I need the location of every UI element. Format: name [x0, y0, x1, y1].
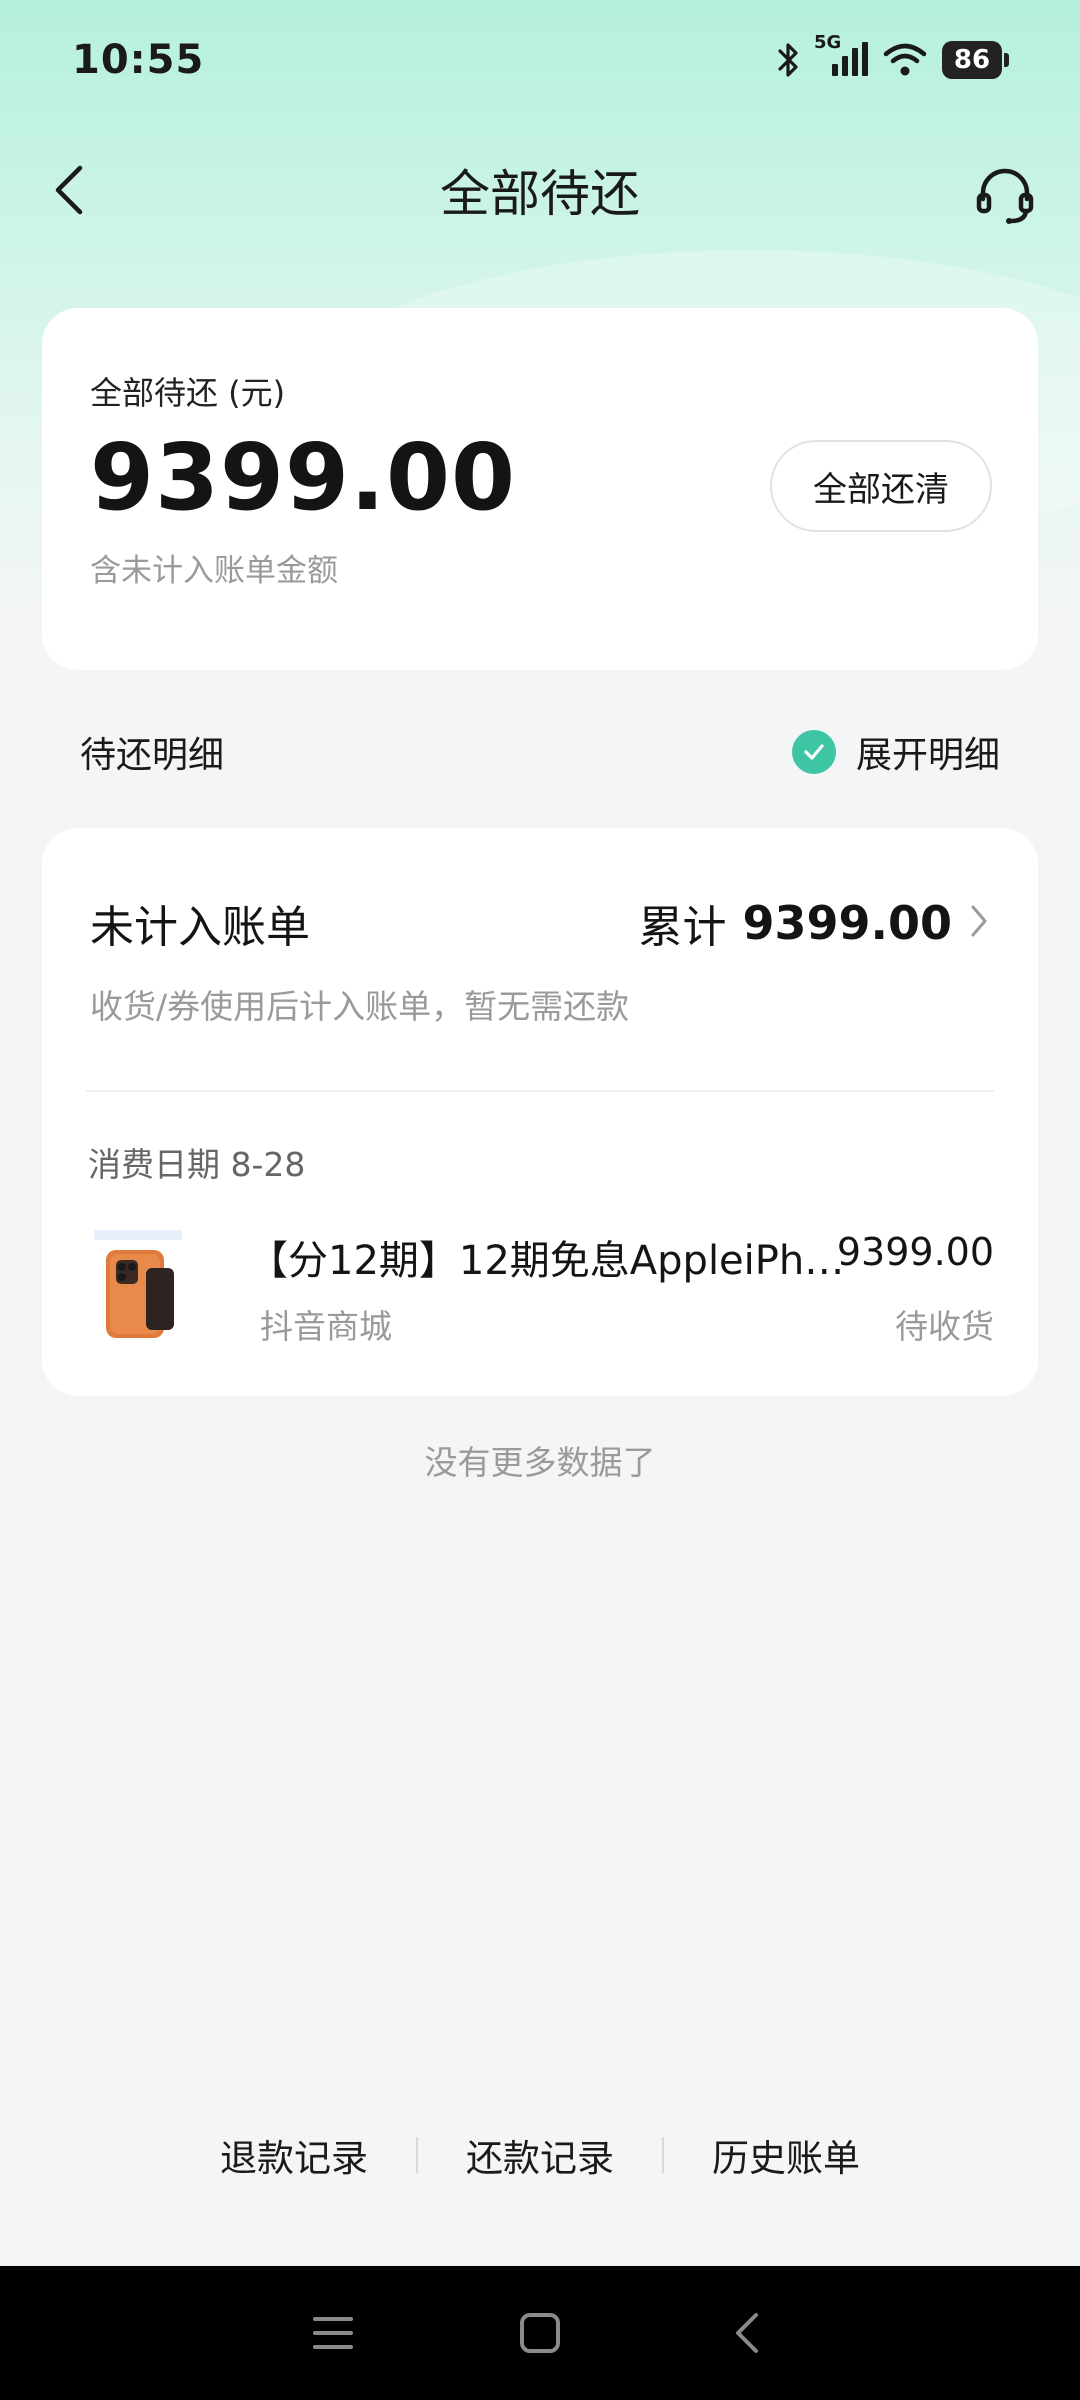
order-price: 9399.00 — [836, 1230, 994, 1274]
unbilled-card: 未计入账单 累计 9399.00 收货/券使用后计入账单，暂无需还款 消费日期 … — [42, 828, 1038, 1396]
checkmark-icon[interactable] — [791, 730, 836, 774]
pay-all-button[interactable]: 全部还清 — [770, 440, 992, 532]
chevron-right-icon[interactable] — [968, 903, 990, 943]
unbilled-row[interactable]: 未计入账单 累计 9399.00 — [90, 888, 990, 958]
product-name: 【分12期】12期免息AppleiPhone — [248, 1238, 868, 1284]
order-item[interactable]: 【分12期】12期免息AppleiPhone 抖音商城 9399.00 待收货 — [88, 1228, 994, 1358]
summary-card: 全部待还 (元) 9399.00 含未计入账单金额 全部还清 — [42, 308, 1038, 670]
summary-note: 含未计入账单金额 — [90, 553, 338, 589]
menu-icon[interactable] — [298, 2298, 368, 2368]
details-title: 待还明细 — [80, 735, 225, 776]
divider — [86, 1090, 994, 1092]
status-bar: 10:55 5G 86 — [0, 0, 1080, 120]
unbilled-total[interactable]: 累计 9399.00 — [638, 891, 990, 955]
total-value: 9399.00 — [742, 896, 952, 950]
bluetooth-icon — [774, 40, 804, 80]
bottom-links: 退款记录 还款记录 历史账单 — [0, 2120, 1080, 2190]
product-thumbnail — [88, 1228, 188, 1358]
signal-icon: 5G — [814, 32, 868, 80]
nav-bar: 全部待还 — [0, 130, 1080, 250]
history-bills-link[interactable]: 历史账单 — [664, 2128, 908, 2182]
summary-label: 全部待还 (元) — [90, 374, 286, 412]
chevron-left-icon[interactable] — [40, 160, 100, 220]
expand-details-toggle[interactable]: 展开明细 — [791, 726, 1000, 778]
total-label: 累计 — [638, 902, 727, 953]
repayment-records-link[interactable]: 还款记录 — [418, 2128, 662, 2182]
purchase-date: 消费日期 8-28 — [88, 1145, 306, 1184]
headset-icon[interactable] — [970, 160, 1040, 230]
shop-name: 抖音商城 — [260, 1307, 392, 1346]
refund-records-link[interactable]: 退款记录 — [172, 2128, 416, 2182]
back-icon[interactable] — [712, 2298, 782, 2368]
no-more-data: 没有更多数据了 — [424, 1443, 656, 1482]
expand-label[interactable]: 展开明细 — [856, 726, 1000, 778]
wifi-icon — [882, 40, 928, 80]
unbilled-description: 收货/券使用后计入账单，暂无需还款 — [90, 987, 630, 1026]
order-status: 待收货 — [895, 1307, 994, 1346]
unbilled-title: 未计入账单 — [90, 902, 310, 953]
system-nav-bar — [0, 2266, 1080, 2400]
page-title: 全部待还 — [440, 165, 640, 223]
home-icon[interactable] — [505, 2298, 575, 2368]
status-time: 10:55 — [72, 37, 205, 83]
details-header: 待还明细 展开明细 — [80, 722, 1000, 782]
network-label: 5G — [814, 32, 842, 53]
status-icons: 5G 86 — [774, 32, 1009, 80]
battery-icon: 86 — [942, 41, 1009, 79]
